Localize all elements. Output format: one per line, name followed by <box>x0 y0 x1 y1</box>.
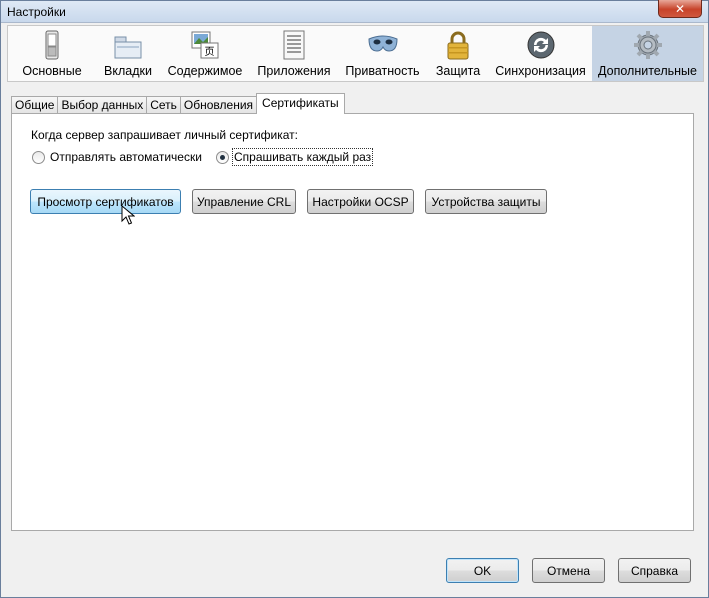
close-button[interactable]: ✕ <box>658 0 702 18</box>
applications-icon <box>283 30 305 60</box>
tab-updates[interactable]: Обновления <box>179 96 258 114</box>
toolbar-label: Приватность <box>345 64 420 78</box>
security-devices-button[interactable]: Устройства защиты <box>425 189 547 214</box>
preferences-window: Настройки ✕ Основные Вкладки 页 Содержимо… <box>0 0 709 598</box>
tab-network[interactable]: Сеть <box>146 96 181 114</box>
toolbar-label: Дополнительные <box>598 64 697 78</box>
toolbar-item-content[interactable]: 页 Содержимое <box>160 26 250 81</box>
toolbar-label: Приложения <box>257 64 331 78</box>
svg-text:页: 页 <box>205 46 215 58</box>
tabs-icon <box>114 36 142 59</box>
toolbar-item-applications[interactable]: Приложения <box>250 26 338 81</box>
close-icon: ✕ <box>674 1 686 16</box>
title-bar[interactable]: Настройки ✕ <box>1 0 708 23</box>
toolbar-item-general[interactable]: Основные <box>8 26 96 81</box>
toolbar-label: Синхронизация <box>495 64 586 78</box>
toolbar-item-advanced[interactable]: Дополнительные <box>592 26 703 81</box>
radio-ask-every-time[interactable]: Спрашивать каждый раз <box>216 148 374 166</box>
radio-label: Отправлять автоматически <box>50 150 202 164</box>
mouse-cursor-icon <box>121 205 135 225</box>
preferences-toolbar: Основные Вкладки 页 Содержимое Приложения… <box>7 25 704 82</box>
toolbar-item-privacy[interactable]: Приватность <box>338 26 427 81</box>
certificates-panel: Когда сервер запрашивает личный сертифик… <box>11 113 694 531</box>
ok-button[interactable]: OK <box>446 558 519 583</box>
toolbar-label: Основные <box>22 64 82 78</box>
cancel-button[interactable]: Отмена <box>532 558 605 583</box>
toolbar-item-security[interactable]: Защита <box>427 26 489 81</box>
switch-icon <box>45 30 59 60</box>
manage-crl-button[interactable]: Управление CRL <box>192 189 296 214</box>
tab-data-choices[interactable]: Выбор данных <box>57 96 148 114</box>
window-title: Настройки <box>7 5 66 19</box>
toolbar-label: Вкладки <box>104 64 152 78</box>
content-icon: 页 <box>191 31 219 59</box>
help-button[interactable]: Справка <box>618 558 691 583</box>
sync-icon <box>527 31 554 59</box>
gear-icon <box>633 31 662 59</box>
advanced-tabs: Общие Выбор данных Сеть Обновления Серти… <box>11 93 345 114</box>
radio-button-selected[interactable] <box>216 150 229 164</box>
tab-general[interactable]: Общие <box>11 96 59 114</box>
toolbar-label: Содержимое <box>167 64 243 78</box>
radio-label: Спрашивать каждый раз <box>231 148 374 166</box>
radio-button[interactable] <box>32 150 45 164</box>
radio-send-automatically[interactable]: Отправлять автоматически <box>32 150 202 164</box>
view-certificates-button[interactable]: Просмотр сертификатов <box>30 189 181 214</box>
toolbar-item-sync[interactable]: Синхронизация <box>489 26 592 81</box>
ocsp-settings-button[interactable]: Настройки OCSP <box>307 189 414 214</box>
tab-certificates[interactable]: Сертификаты <box>256 93 345 114</box>
toolbar-label: Защита <box>435 64 481 78</box>
mask-icon <box>367 35 398 52</box>
certificate-question-label: Когда сервер запрашивает личный сертифик… <box>31 128 299 142</box>
lock-icon <box>447 31 469 60</box>
toolbar-item-tabs[interactable]: Вкладки <box>96 26 160 81</box>
